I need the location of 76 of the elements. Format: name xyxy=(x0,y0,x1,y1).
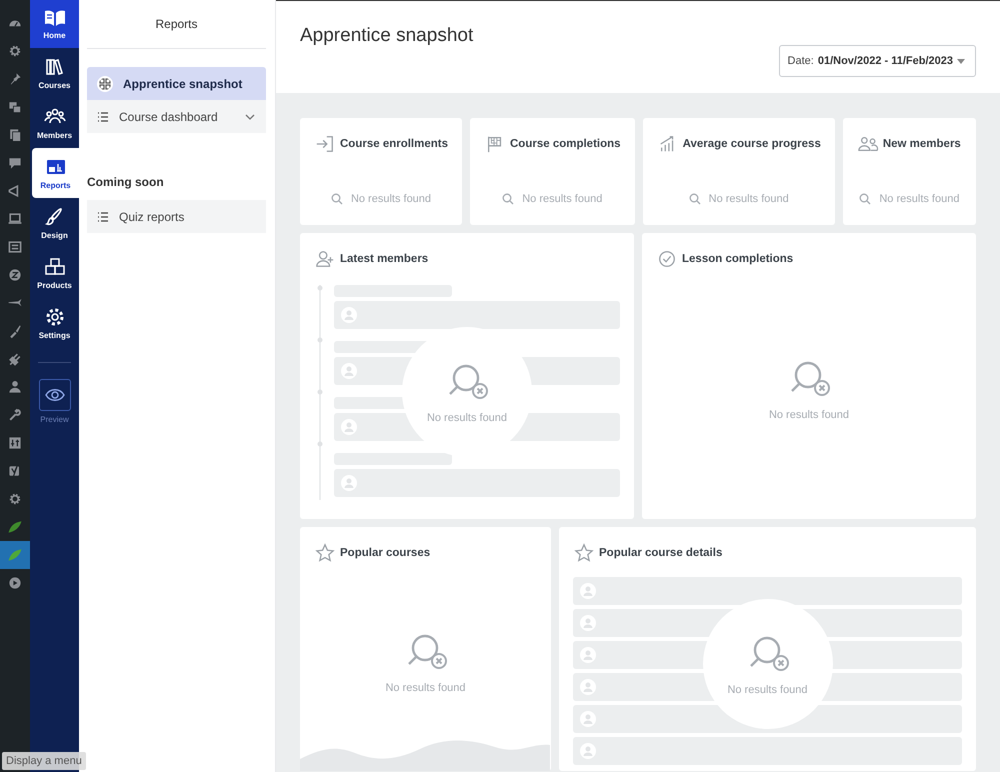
caret-icon xyxy=(957,58,965,64)
nav-item[interactable]: Products xyxy=(30,248,79,298)
gear-icon xyxy=(7,491,23,507)
avatar-icon xyxy=(341,363,357,379)
nav-item[interactable]: Reports xyxy=(32,148,79,198)
empty-message: No results found xyxy=(522,193,602,205)
search-icon xyxy=(502,193,514,205)
avatar-icon xyxy=(580,583,596,599)
list-icon xyxy=(97,110,109,122)
submenu-item[interactable]: Apprentice snapshot xyxy=(87,67,266,100)
avatar-icon xyxy=(580,647,596,663)
empty-message: No results found xyxy=(350,193,432,205)
nav-item[interactable]: Design xyxy=(30,198,79,248)
leaf-icon xyxy=(7,519,23,535)
empty-message: No results found xyxy=(879,193,960,205)
search-icon xyxy=(330,193,343,205)
search-icon xyxy=(688,193,701,205)
gear-icon xyxy=(7,43,23,59)
boxes-icon xyxy=(44,256,66,278)
check-circle-icon xyxy=(656,249,678,269)
form-icon xyxy=(7,239,23,255)
empty-message: No results found xyxy=(426,412,508,424)
settings-icon xyxy=(44,306,66,328)
submenu-item[interactable]: Course dashboard xyxy=(87,100,266,133)
empty-message: No results found xyxy=(768,409,850,421)
star-icon xyxy=(314,543,336,563)
avatar-icon xyxy=(580,711,596,727)
books-icon xyxy=(44,56,66,78)
card-title: Course enrollments xyxy=(340,138,448,150)
comment-icon xyxy=(7,155,23,171)
card-title: New members xyxy=(882,138,961,150)
nav-item[interactable]: Members xyxy=(30,98,79,148)
tooltip: Display a menu xyxy=(2,752,86,770)
nav-item[interactable]: Courses xyxy=(30,48,79,98)
grid-icon xyxy=(7,435,23,451)
card-title: Course completions xyxy=(510,138,621,150)
avatar-icon xyxy=(341,475,357,491)
wrench-icon xyxy=(7,407,23,423)
user-plus-icon xyxy=(314,249,336,269)
star-icon xyxy=(573,543,595,563)
section-heading: Coming soon xyxy=(87,175,165,189)
home-button[interactable]: Home xyxy=(30,0,79,48)
users-icon xyxy=(856,134,879,154)
avatar-icon xyxy=(341,307,357,323)
media-icon xyxy=(7,99,23,115)
grid-icon xyxy=(97,76,113,92)
card-title: Popular course details xyxy=(599,547,722,559)
empty-message: No results found xyxy=(708,193,789,205)
card-title: Popular courses xyxy=(340,547,430,559)
page-title: Apprentice snapshot xyxy=(300,25,474,48)
avatar-icon xyxy=(580,743,596,759)
date-dropdown[interactable]: Date: 01/Nov/2022 - 11/Feb/2023 xyxy=(778,45,976,77)
empty-message: No results found xyxy=(385,682,466,694)
card-title: Average course progress xyxy=(682,138,821,150)
submenu-item[interactable]: Quiz reports xyxy=(87,200,266,233)
search-icon xyxy=(859,193,872,205)
book-logo-icon xyxy=(42,8,66,28)
card-title: Latest members xyxy=(340,253,428,265)
nav-item[interactable]: Settings xyxy=(30,298,79,348)
circle-icon xyxy=(7,267,23,283)
leaf-icon xyxy=(7,547,23,563)
empty-message: No results found xyxy=(727,684,808,696)
panel-title: Reports xyxy=(87,0,266,49)
preview-button[interactable] xyxy=(38,379,70,411)
list-icon xyxy=(97,210,109,222)
eye-icon xyxy=(44,388,64,402)
avatar-icon xyxy=(341,419,357,435)
avatar-icon xyxy=(580,679,596,695)
play-icon xyxy=(7,575,23,591)
card-title: Lesson completions xyxy=(682,253,794,265)
pages-icon xyxy=(7,127,23,143)
sign-in-icon xyxy=(314,134,336,154)
preview-label: Preview xyxy=(39,415,70,424)
laptop-icon xyxy=(7,211,23,227)
user-icon xyxy=(7,379,23,395)
avatar-icon xyxy=(580,615,596,631)
